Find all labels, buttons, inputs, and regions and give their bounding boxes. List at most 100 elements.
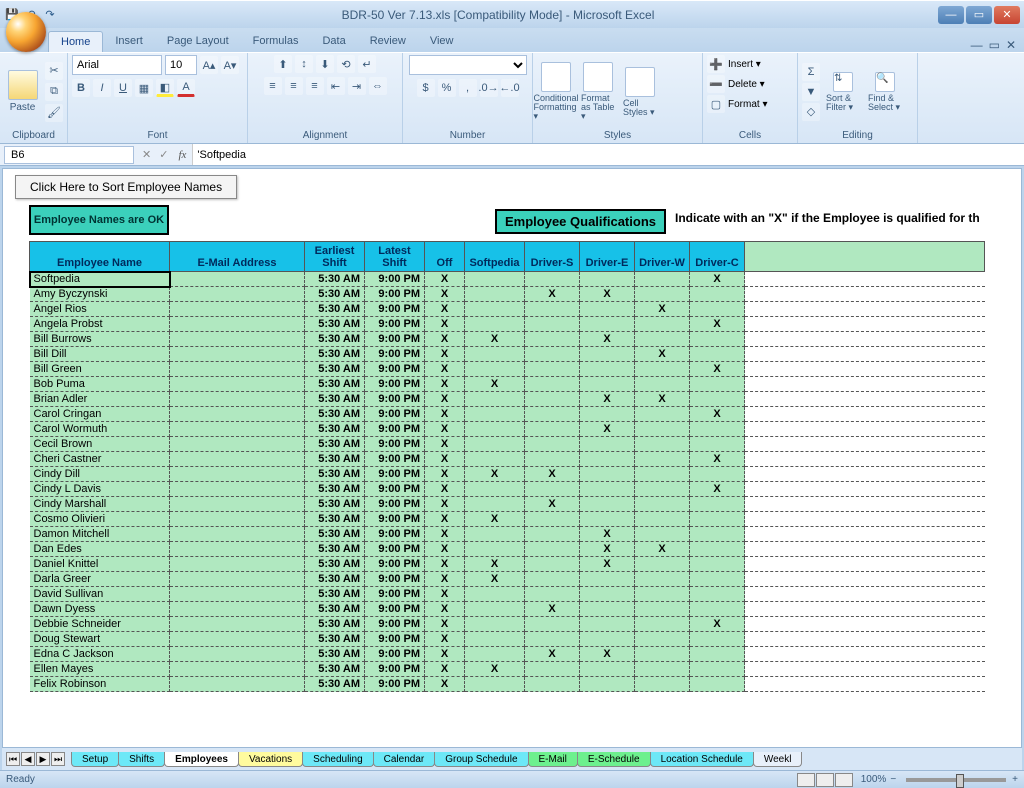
employee-name-cell[interactable]: Cheri Castner [30, 452, 170, 467]
data-cell[interactable] [465, 302, 525, 317]
data-cell[interactable]: 9:00 PM [365, 527, 425, 542]
data-cell[interactable] [635, 647, 690, 662]
data-cell[interactable]: 9:00 PM [365, 407, 425, 422]
formula-bar[interactable] [192, 144, 1024, 165]
border-icon[interactable]: ▦ [135, 79, 153, 97]
employee-name-cell[interactable]: Cindy Marshall [30, 497, 170, 512]
data-cell[interactable] [525, 542, 580, 557]
data-cell[interactable]: 5:30 AM [305, 272, 365, 287]
data-cell[interactable]: X [425, 497, 465, 512]
data-cell[interactable] [525, 347, 580, 362]
data-cell[interactable]: X [580, 557, 635, 572]
data-cell[interactable]: 9:00 PM [365, 497, 425, 512]
empty-cell[interactable] [745, 467, 985, 482]
data-cell[interactable] [635, 437, 690, 452]
employee-name-cell[interactable]: Darla Greer [30, 572, 170, 587]
increase-decimal-icon[interactable]: .0→ [480, 79, 498, 97]
data-cell[interactable] [465, 287, 525, 302]
empty-cell[interactable] [745, 272, 985, 287]
format-as-table-button[interactable]: Format as Table ▾ [579, 58, 617, 125]
data-cell[interactable]: 5:30 AM [305, 602, 365, 617]
employee-name-cell[interactable]: Carol Cringan [30, 407, 170, 422]
increase-indent-icon[interactable]: ⇥ [348, 77, 366, 95]
data-cell[interactable]: X [425, 272, 465, 287]
empty-cell[interactable] [745, 392, 985, 407]
data-cell[interactable] [525, 632, 580, 647]
data-cell[interactable]: X [465, 662, 525, 677]
format-cells-button[interactable]: ▢Format ▾ [707, 95, 767, 113]
data-cell[interactable]: 5:30 AM [305, 362, 365, 377]
sheet-tab-e-mail[interactable]: E-Mail [528, 752, 578, 767]
data-cell[interactable]: X [525, 287, 580, 302]
empty-cell[interactable] [745, 557, 985, 572]
data-cell[interactable]: X [580, 392, 635, 407]
zoom-in-icon[interactable]: + [1012, 774, 1018, 785]
ribbon-tab-home[interactable]: Home [48, 31, 103, 52]
data-cell[interactable] [690, 302, 745, 317]
data-cell[interactable] [170, 572, 305, 587]
employee-name-cell[interactable]: David Sullivan [30, 587, 170, 602]
page-layout-view-icon[interactable] [816, 773, 834, 787]
data-cell[interactable]: X [580, 647, 635, 662]
data-cell[interactable] [170, 677, 305, 692]
data-cell[interactable]: X [425, 347, 465, 362]
data-cell[interactable]: 5:30 AM [305, 422, 365, 437]
data-cell[interactable] [580, 572, 635, 587]
employee-name-cell[interactable]: Edna C Jackson [30, 647, 170, 662]
empty-cell[interactable] [745, 497, 985, 512]
data-cell[interactable] [170, 317, 305, 332]
format-painter-icon[interactable]: 🖌 [45, 104, 63, 122]
align-right-icon[interactable]: ≡ [306, 77, 324, 95]
data-cell[interactable] [690, 647, 745, 662]
data-cell[interactable]: 5:30 AM [305, 377, 365, 392]
col-header[interactable]: E-Mail Address [170, 242, 305, 272]
data-cell[interactable]: X [425, 572, 465, 587]
data-cell[interactable] [635, 572, 690, 587]
data-cell[interactable]: 9:00 PM [365, 602, 425, 617]
data-cell[interactable]: X [690, 272, 745, 287]
name-box[interactable] [4, 146, 134, 164]
empty-cell[interactable] [745, 377, 985, 392]
data-cell[interactable] [690, 677, 745, 692]
data-cell[interactable]: 5:30 AM [305, 617, 365, 632]
data-cell[interactable]: 9:00 PM [365, 587, 425, 602]
sheet-tab-shifts[interactable]: Shifts [118, 752, 165, 767]
empty-cell[interactable] [745, 647, 985, 662]
data-cell[interactable] [170, 407, 305, 422]
ribbon-tab-data[interactable]: Data [310, 31, 357, 52]
tab-nav-first-icon[interactable]: ⏮ [6, 752, 20, 766]
data-cell[interactable] [580, 602, 635, 617]
data-cell[interactable] [580, 272, 635, 287]
data-cell[interactable] [525, 362, 580, 377]
data-cell[interactable] [170, 497, 305, 512]
data-cell[interactable]: 9:00 PM [365, 362, 425, 377]
data-cell[interactable]: X [425, 422, 465, 437]
data-cell[interactable]: X [635, 302, 690, 317]
data-cell[interactable]: X [425, 407, 465, 422]
data-cell[interactable] [635, 317, 690, 332]
data-cell[interactable] [580, 302, 635, 317]
empty-cell[interactable] [745, 572, 985, 587]
data-cell[interactable] [580, 437, 635, 452]
data-cell[interactable]: X [425, 377, 465, 392]
tab-nav-prev-icon[interactable]: ◀ [21, 752, 35, 766]
data-cell[interactable] [690, 287, 745, 302]
data-cell[interactable] [170, 332, 305, 347]
data-cell[interactable] [170, 527, 305, 542]
data-cell[interactable] [170, 272, 305, 287]
data-cell[interactable] [635, 407, 690, 422]
bold-icon[interactable]: B [72, 79, 90, 97]
data-cell[interactable] [170, 617, 305, 632]
data-cell[interactable]: 5:30 AM [305, 317, 365, 332]
data-cell[interactable]: X [580, 332, 635, 347]
sheet-tab-e-schedule[interactable]: E-Schedule [577, 752, 651, 767]
empty-cell[interactable] [745, 617, 985, 632]
data-cell[interactable] [635, 362, 690, 377]
data-cell[interactable] [690, 632, 745, 647]
data-cell[interactable] [635, 587, 690, 602]
data-cell[interactable]: X [465, 467, 525, 482]
data-cell[interactable]: X [425, 677, 465, 692]
shrink-font-icon[interactable]: A▾ [221, 56, 239, 74]
data-cell[interactable] [525, 482, 580, 497]
empty-cell[interactable] [745, 332, 985, 347]
